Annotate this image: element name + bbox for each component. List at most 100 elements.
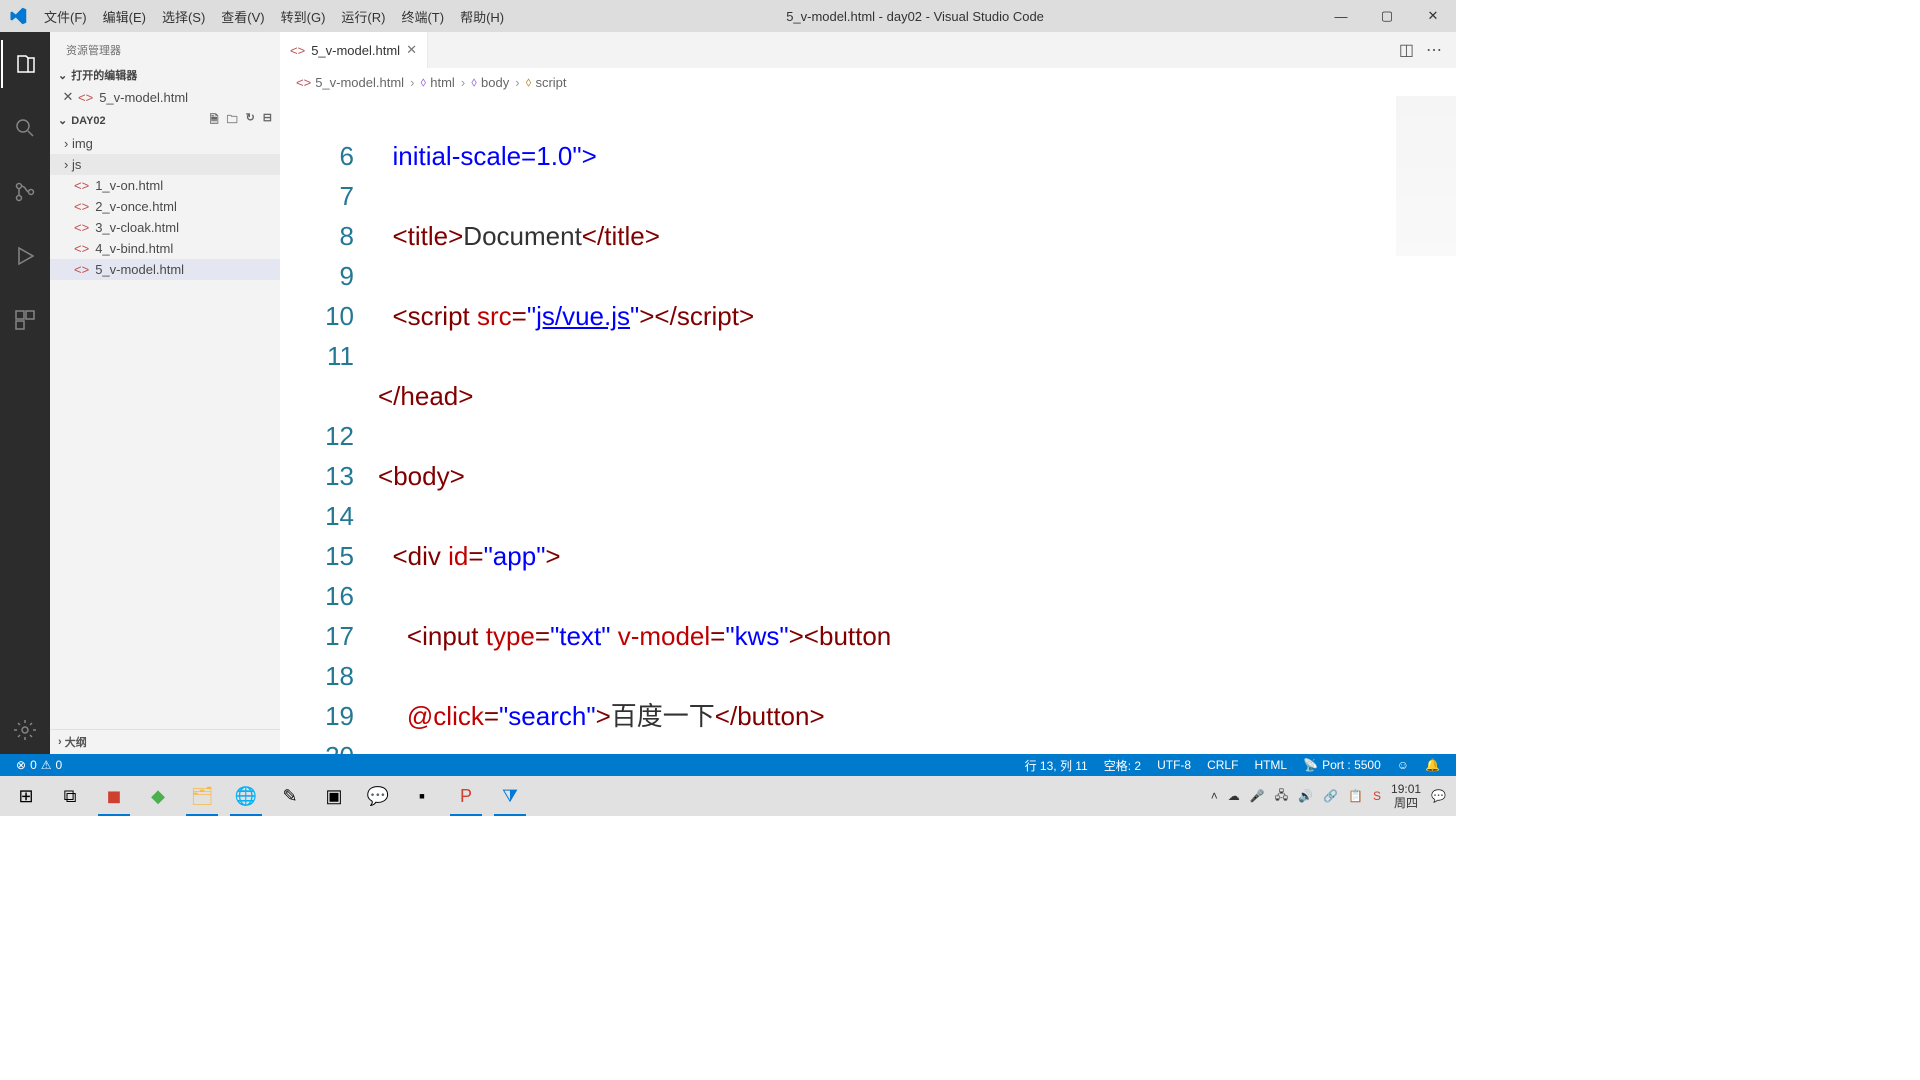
- menu-help[interactable]: 帮助(H): [452, 3, 512, 30]
- folder-js[interactable]: › js: [50, 154, 280, 175]
- element-icon: ⬨: [420, 74, 426, 90]
- breadcrumb-item[interactable]: <>5_v-model.html: [296, 75, 404, 90]
- file-item[interactable]: <>4_v-bind.html: [50, 238, 280, 259]
- wechat-icon[interactable]: 💬: [356, 776, 400, 816]
- menu-go[interactable]: 转到(G): [273, 3, 334, 30]
- vscode-logo-icon: [0, 7, 36, 25]
- window-controls: — ▢ ✕: [1318, 0, 1456, 32]
- menu-run[interactable]: 运行(R): [333, 3, 393, 30]
- task-view-icon[interactable]: ⧉: [48, 776, 92, 816]
- system-tray: ˄ ☁ 🎤 🖧 🔊 🔗 📋 S 19:01周四 💬: [1211, 782, 1452, 810]
- open-editor-item[interactable]: ✕ <> 5_v-model.html: [50, 86, 280, 108]
- terminal-icon[interactable]: ▪: [400, 776, 444, 816]
- sidebar-title: 资源管理器: [50, 32, 280, 64]
- file-item[interactable]: <>2_v-once.html: [50, 196, 280, 217]
- taskbar-app[interactable]: ▣: [312, 776, 356, 816]
- menu-view[interactable]: 查看(V): [213, 3, 272, 30]
- taskbar-app[interactable]: ✎: [268, 776, 312, 816]
- html-file-icon: <>: [74, 262, 89, 277]
- vscode-taskbar-icon[interactable]: ⧩: [488, 776, 532, 816]
- maximize-button[interactable]: ▢: [1364, 0, 1410, 32]
- breadcrumb-item[interactable]: ⬨html: [420, 74, 454, 90]
- close-button[interactable]: ✕: [1410, 0, 1456, 32]
- tray-icon[interactable]: 🔗: [1323, 789, 1338, 803]
- tray-chevron-icon[interactable]: ˄: [1211, 789, 1218, 803]
- status-liveserver[interactable]: 📡 Port : 5500: [1295, 757, 1389, 774]
- title-bar: 文件(F) 编辑(E) 选择(S) 查看(V) 转到(G) 运行(R) 终端(T…: [0, 0, 1456, 32]
- breadcrumb-item[interactable]: ⬨script: [526, 74, 567, 90]
- explorer-sidebar: 资源管理器 ⌄ 打开的编辑器 ✕ <> 5_v-model.html ⌄ DAY…: [50, 32, 280, 754]
- split-editor-icon[interactable]: ◫: [1399, 40, 1414, 60]
- code-content[interactable]: initial-scale=1.0"> <title>Document</tit…: [378, 96, 1456, 754]
- menu-selection[interactable]: 选择(S): [154, 3, 213, 30]
- new-file-icon[interactable]: 🗎: [210, 111, 219, 130]
- status-bell-icon[interactable]: 🔔: [1417, 757, 1448, 774]
- run-debug-icon[interactable]: [1, 232, 49, 280]
- chevron-right-icon: ›: [410, 75, 414, 90]
- refresh-icon[interactable]: ↻: [246, 111, 255, 130]
- chrome-icon[interactable]: 🌐: [224, 776, 268, 816]
- minimap[interactable]: [1396, 96, 1456, 256]
- folder-img[interactable]: › img: [50, 133, 280, 154]
- start-button[interactable]: ⊞: [4, 776, 48, 816]
- main-area: 资源管理器 ⌄ 打开的编辑器 ✕ <> 5_v-model.html ⌄ DAY…: [0, 32, 1456, 754]
- status-language[interactable]: HTML: [1246, 757, 1295, 774]
- status-eol[interactable]: CRLF: [1199, 757, 1246, 774]
- more-icon[interactable]: ⋯: [1426, 40, 1442, 60]
- new-folder-icon[interactable]: 🗀: [227, 111, 238, 130]
- collapse-icon[interactable]: ⊟: [263, 111, 272, 130]
- tab-active[interactable]: <> 5_v-model.html ✕: [280, 32, 428, 68]
- tray-mic-icon[interactable]: 🎤: [1250, 789, 1265, 803]
- workspace-header[interactable]: ⌄ DAY02 🗎 🗀 ↻ ⊟: [50, 108, 280, 133]
- close-icon[interactable]: ✕: [60, 89, 76, 105]
- code-editor[interactable]: 6789 1011 12 13141516 17181920 initial-s…: [280, 96, 1456, 754]
- search-icon[interactable]: [1, 104, 49, 152]
- taskbar-app[interactable]: ◆: [136, 776, 180, 816]
- extensions-icon[interactable]: [1, 296, 49, 344]
- html-file-icon: <>: [74, 241, 89, 256]
- tray-cloud-icon[interactable]: ☁: [1228, 789, 1240, 803]
- workspace-name: DAY02: [71, 115, 105, 127]
- menu-bar: 文件(F) 编辑(E) 选择(S) 查看(V) 转到(G) 运行(R) 终端(T…: [36, 3, 512, 30]
- tray-icon[interactable]: 📋: [1348, 789, 1363, 803]
- taskbar-app[interactable]: ◼: [92, 776, 136, 816]
- html-file-icon: <>: [296, 75, 311, 90]
- outline-label: 大纲: [65, 734, 87, 750]
- file-item-selected[interactable]: <>5_v-model.html: [50, 259, 280, 280]
- taskbar-clock[interactable]: 19:01周四: [1391, 782, 1421, 810]
- status-feedback-icon[interactable]: ☺: [1389, 757, 1417, 774]
- minimize-button[interactable]: —: [1318, 0, 1364, 32]
- notifications-icon[interactable]: 💬: [1431, 789, 1446, 803]
- html-file-icon: <>: [78, 90, 93, 105]
- tray-network-icon[interactable]: 🖧: [1275, 786, 1288, 807]
- menu-terminal[interactable]: 终端(T): [393, 3, 452, 30]
- breadcrumb-item[interactable]: ⬨body: [471, 74, 509, 90]
- html-file-icon: <>: [290, 43, 305, 58]
- source-control-icon[interactable]: [1, 168, 49, 216]
- tray-volume-icon[interactable]: 🔊: [1298, 789, 1313, 803]
- close-icon[interactable]: ✕: [406, 42, 417, 58]
- breadcrumb: <>5_v-model.html › ⬨html › ⬨body › ⬨scri…: [280, 68, 1456, 96]
- tab-label: 5_v-model.html: [311, 43, 400, 58]
- menu-file[interactable]: 文件(F): [36, 3, 95, 30]
- file-item[interactable]: <>1_v-on.html: [50, 175, 280, 196]
- folder-name: img: [72, 136, 93, 151]
- status-encoding[interactable]: UTF-8: [1149, 757, 1199, 774]
- file-item[interactable]: <>3_v-cloak.html: [50, 217, 280, 238]
- file-explorer-icon[interactable]: 🗂: [180, 776, 224, 816]
- status-spaces[interactable]: 空格: 2: [1096, 757, 1149, 774]
- tray-icon[interactable]: S: [1373, 789, 1381, 803]
- powerpoint-icon[interactable]: P: [444, 776, 488, 816]
- chevron-down-icon: ⌄: [58, 69, 67, 82]
- line-gutter: 6789 1011 12 13141516 17181920: [280, 96, 378, 754]
- outline-section[interactable]: › 大纲: [50, 729, 280, 754]
- menu-edit[interactable]: 编辑(E): [95, 3, 154, 30]
- editor-tab-tools: ◫ ⋯: [1399, 40, 1456, 60]
- status-errors[interactable]: ⊗ 0 ⚠ 0: [8, 758, 70, 772]
- status-cursor[interactable]: 行 13, 列 11: [1017, 757, 1096, 774]
- settings-gear-icon[interactable]: [1, 706, 49, 754]
- element-icon: ⬨: [471, 74, 477, 90]
- explorer-icon[interactable]: [1, 40, 49, 88]
- open-editors-header[interactable]: ⌄ 打开的编辑器: [50, 64, 280, 86]
- workspace-tools: 🗎 🗀 ↻ ⊟: [210, 111, 272, 130]
